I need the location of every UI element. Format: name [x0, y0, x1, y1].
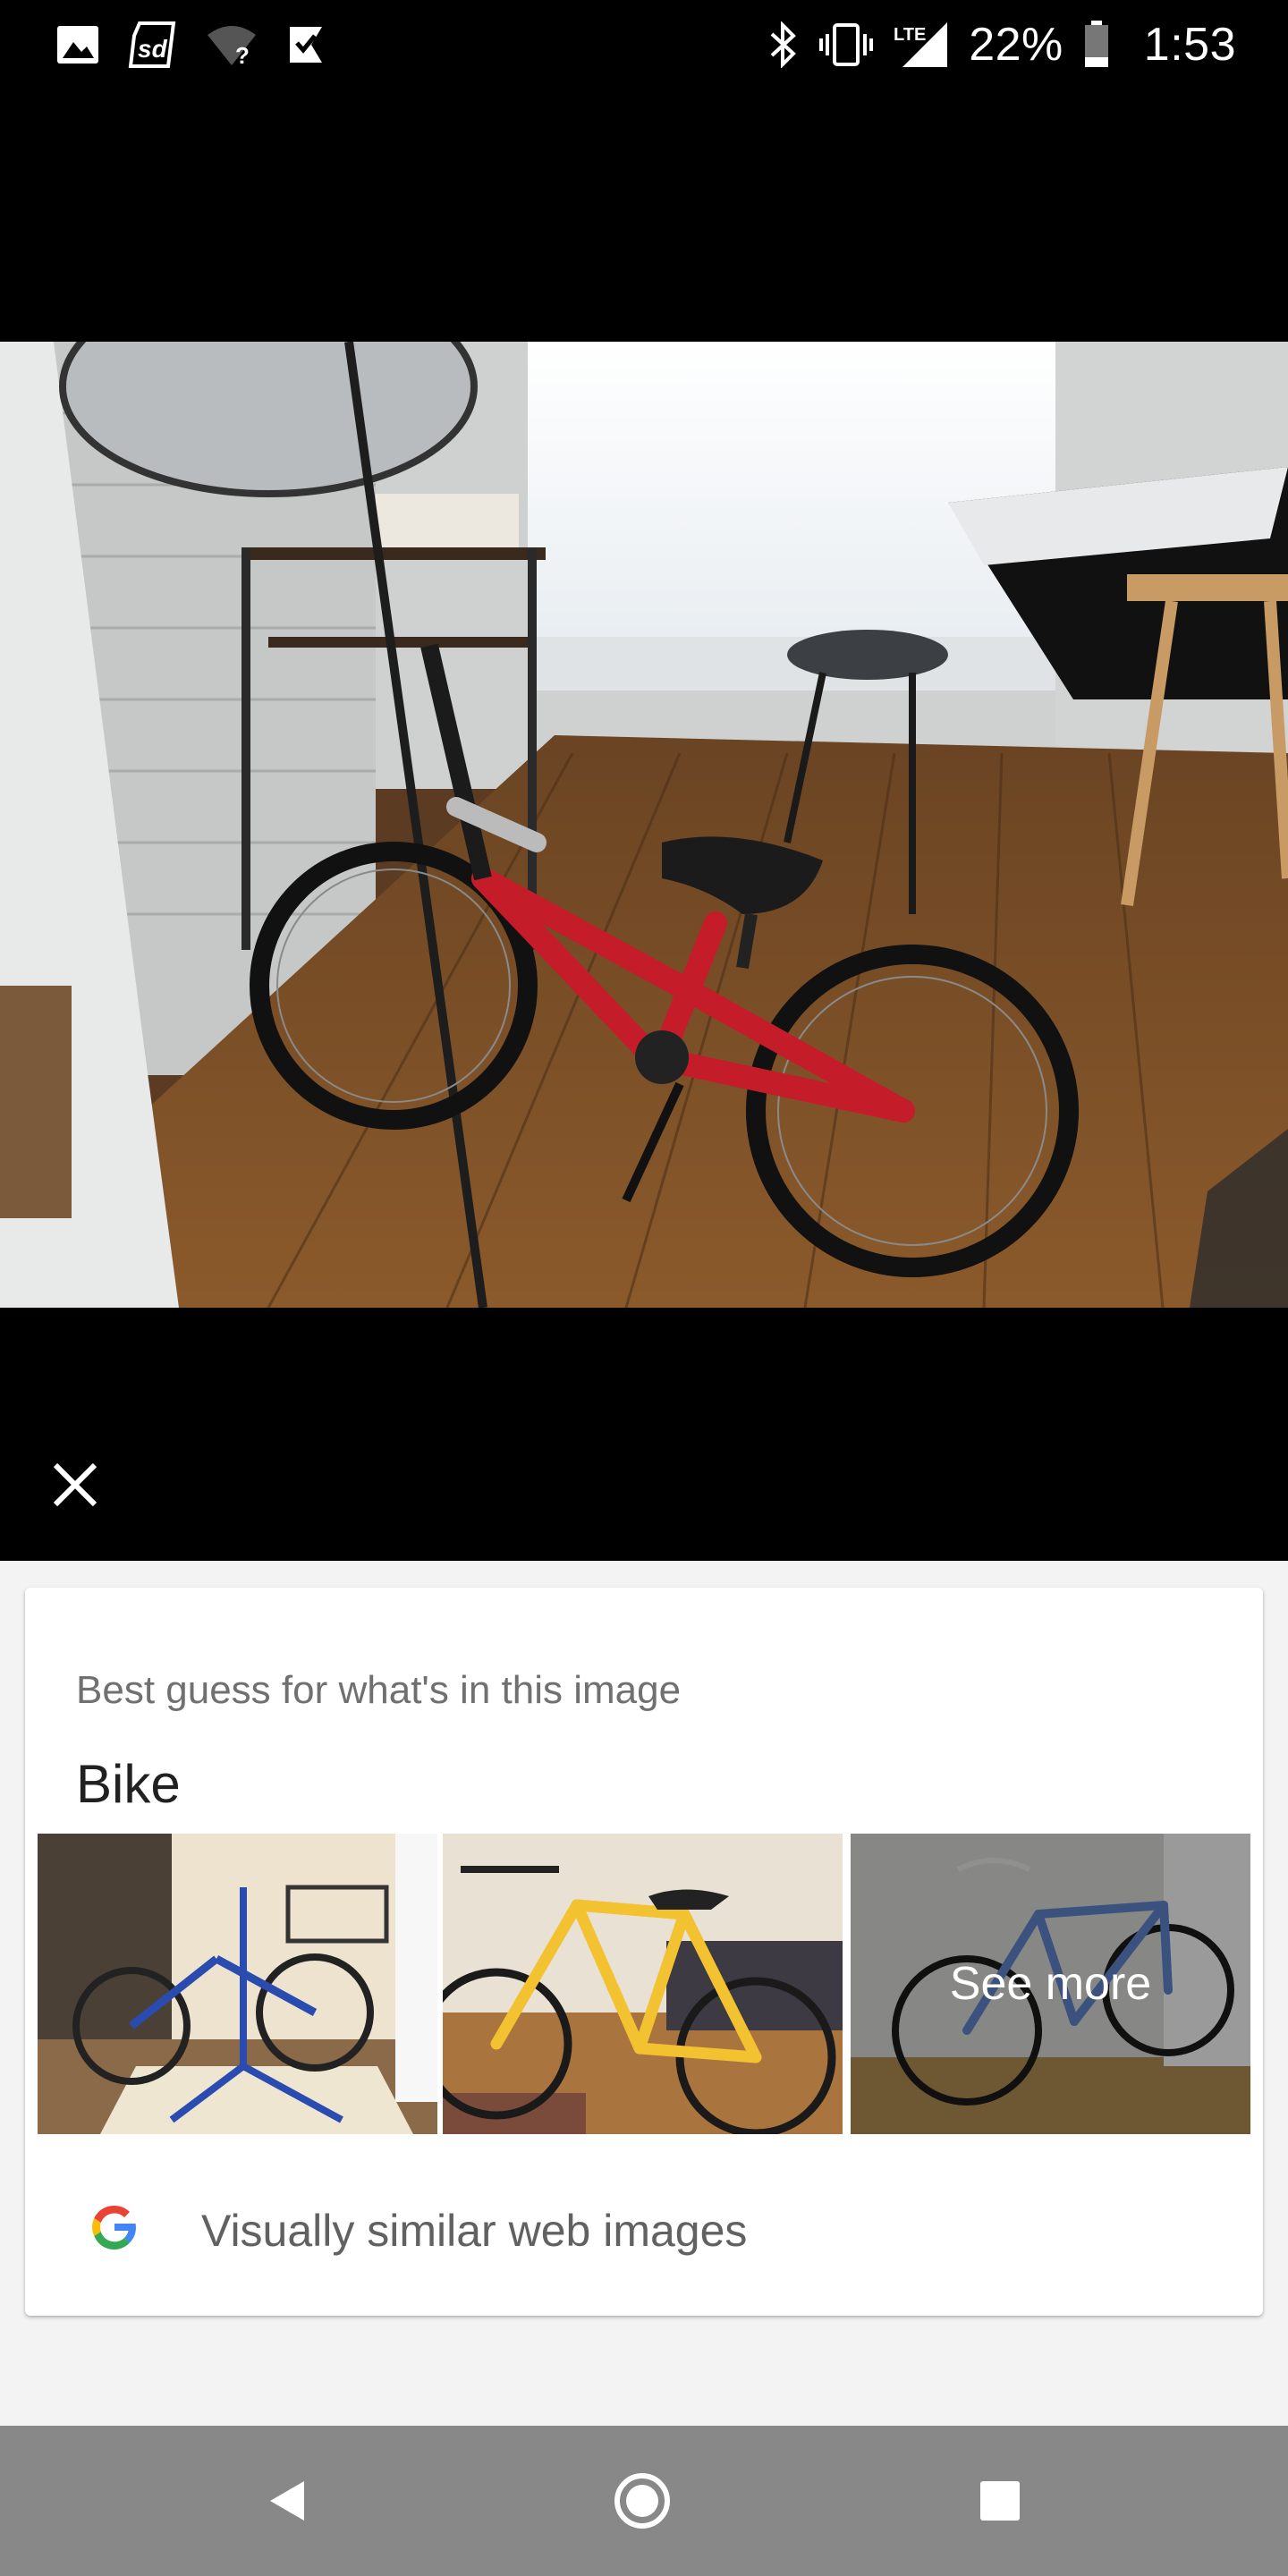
see-more-overlay: See more	[851, 1834, 1250, 2134]
lte-signal-icon: LTE	[894, 22, 948, 67]
best-guess-title[interactable]: Bike	[76, 1753, 181, 1815]
see-more-button[interactable]: See more	[851, 1834, 1250, 2134]
svg-text:sd: sd	[138, 35, 168, 63]
similar-thumbnails: See more	[38, 1834, 1250, 2134]
check-notification-icon	[290, 27, 322, 63]
status-bar: sd ? LTE 22% 1:53	[0, 0, 1288, 89]
visually-similar-label: Visually similar web images	[201, 2206, 748, 2256]
similar-image-2-picture	[443, 1834, 843, 2134]
image-viewer	[0, 89, 1288, 1561]
home-icon	[614, 2473, 670, 2529]
navigation-bar	[0, 2426, 1288, 2576]
similar-image-1-picture	[38, 1834, 437, 2134]
image-icon	[57, 26, 98, 64]
battery-icon	[1084, 21, 1108, 67]
back-button[interactable]	[250, 2465, 322, 2537]
home-button[interactable]	[606, 2465, 678, 2537]
recents-icon	[980, 2481, 1020, 2521]
status-left-icons: sd ?	[55, 20, 327, 70]
svg-text:?: ?	[235, 42, 250, 67]
bluetooth-icon	[770, 21, 797, 68]
sd-card-icon: sd	[128, 21, 176, 68]
best-guess-card: Best guess for what's in this image Bike	[25, 1588, 1263, 2316]
see-more-label: See more	[949, 1958, 1152, 2010]
similar-image-2[interactable]	[443, 1834, 843, 2134]
battery-percent: 22%	[969, 19, 1063, 71]
back-icon	[270, 2481, 304, 2521]
recents-button[interactable]	[964, 2465, 1036, 2537]
clock: 1:53	[1143, 19, 1236, 71]
google-icon	[92, 2205, 136, 2250]
network-label: LTE	[894, 25, 926, 45]
bike-room-photo	[0, 342, 1288, 1308]
photo[interactable]	[0, 342, 1288, 1308]
best-guess-caption: Best guess for what's in this image	[76, 1668, 682, 1712]
wifi-unknown-icon: ?	[208, 26, 256, 67]
similar-image-1[interactable]	[38, 1834, 437, 2134]
vibrate-icon	[819, 23, 874, 66]
close-button[interactable]	[48, 1458, 102, 1512]
close-icon	[53, 1462, 97, 1507]
result-sheet: Best guess for what's in this image Bike	[0, 1561, 1288, 2426]
visually-similar-link[interactable]: Visually similar web images	[25, 2178, 1263, 2276]
status-right-icons: LTE 22% 1:53	[768, 19, 1236, 71]
